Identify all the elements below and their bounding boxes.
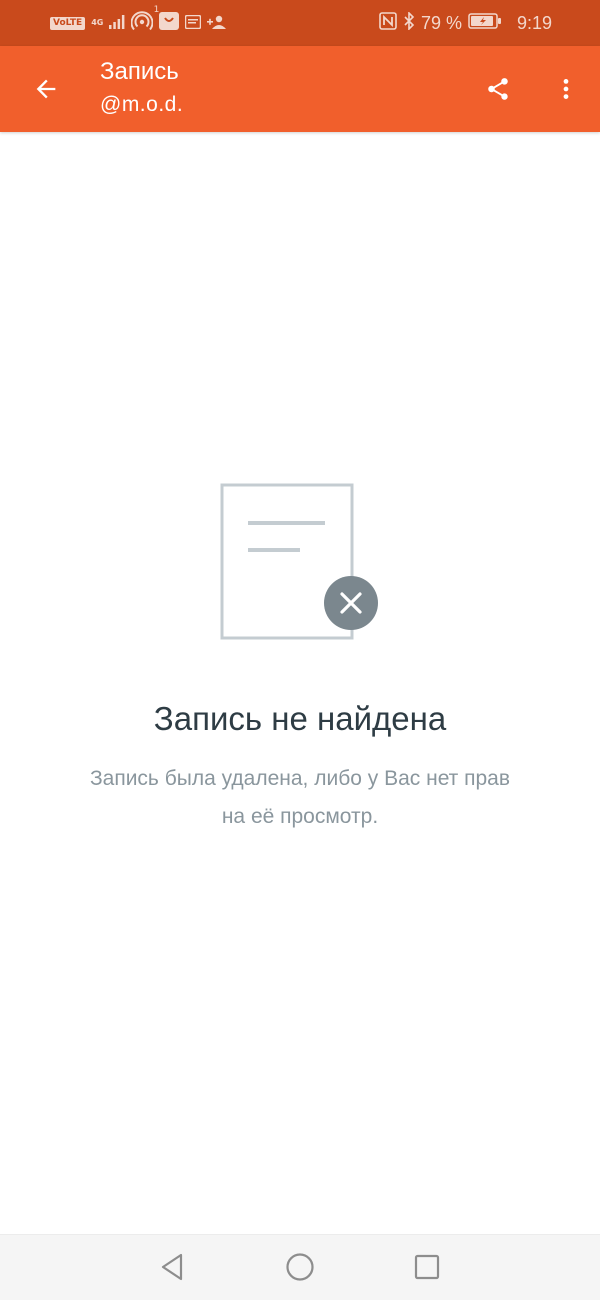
nav-back-button[interactable] bbox=[152, 1249, 192, 1285]
nav-recents-icon bbox=[414, 1254, 440, 1280]
back-button[interactable] bbox=[22, 66, 70, 112]
shopping-bag-icon bbox=[159, 12, 180, 34]
page-title: Запись bbox=[100, 58, 179, 85]
volte-badge: VoLTE bbox=[50, 16, 86, 30]
nav-home-button[interactable] bbox=[280, 1249, 320, 1285]
arrow-back-icon bbox=[36, 79, 56, 99]
message-icon bbox=[185, 14, 202, 33]
app-bar: Запись @m.o.d. bbox=[0, 46, 600, 132]
system-nav-bar bbox=[0, 1234, 600, 1300]
nav-recents-button[interactable] bbox=[407, 1249, 447, 1285]
nav-home-icon bbox=[286, 1253, 314, 1281]
more-vertical-icon bbox=[563, 79, 569, 99]
network-type: 4G bbox=[91, 18, 104, 27]
battery-percent: 79 % bbox=[420, 13, 462, 33]
hotspot-count: 1 bbox=[153, 5, 160, 15]
empty-state-message: Запись была удалена, либо у Вас нет прав… bbox=[89, 767, 511, 828]
status-time: 9:19 bbox=[516, 13, 552, 33]
bluetooth-icon bbox=[403, 11, 415, 34]
battery-icon bbox=[468, 13, 502, 33]
share-icon bbox=[488, 78, 508, 100]
add-friend-icon bbox=[207, 14, 227, 33]
status-left-icons: VoLTE 4G 1 bbox=[50, 5, 227, 35]
empty-state-title: Запись не найдена bbox=[153, 700, 447, 737]
status-right-icons: 79 % bbox=[379, 11, 502, 35]
document-removed-icon bbox=[218, 482, 382, 642]
page-subtitle: @m.o.d. bbox=[100, 93, 184, 116]
more-options-button[interactable] bbox=[546, 66, 586, 112]
status-bar: VoLTE 4G 1 79 % 9:19 bbox=[0, 0, 600, 46]
nfc-icon bbox=[379, 12, 397, 34]
share-button[interactable] bbox=[474, 66, 522, 112]
nav-back-icon bbox=[161, 1253, 183, 1281]
hotspot-icon: 1 bbox=[130, 5, 159, 35]
signal-icon bbox=[109, 14, 125, 33]
